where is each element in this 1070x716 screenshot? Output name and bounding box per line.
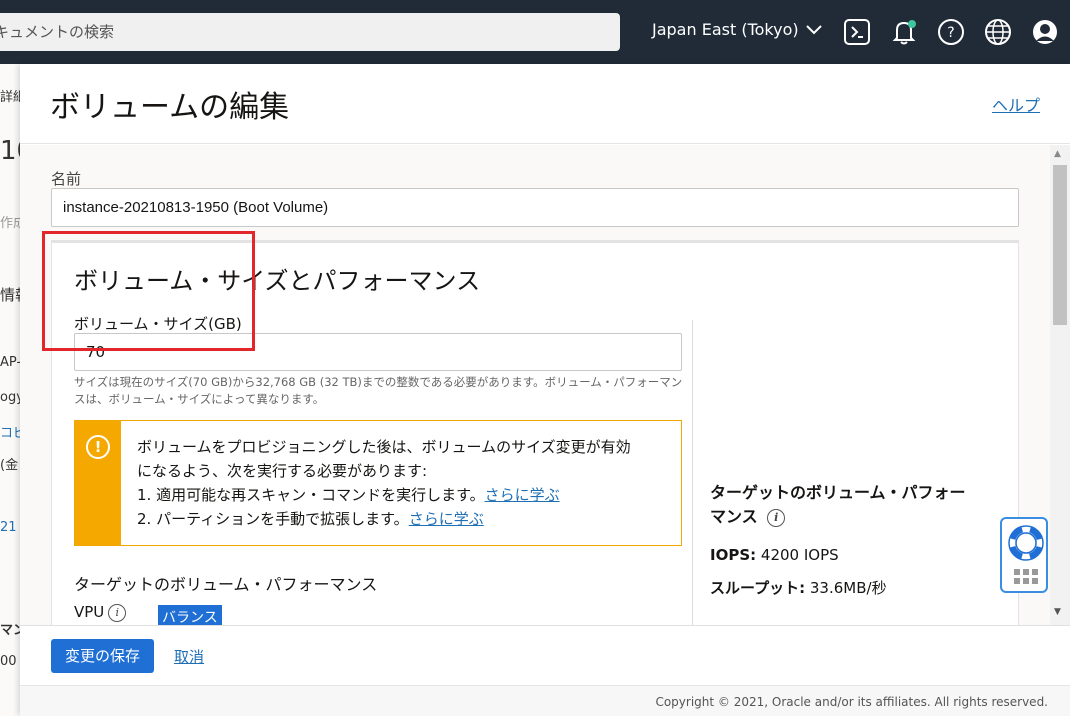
- copyright-text: Copyright © 2021, Oracle and/or its affi…: [655, 695, 1048, 709]
- vertical-scrollbar[interactable]: ▲ ▼: [1050, 145, 1070, 625]
- scroll-thumb[interactable]: [1053, 165, 1067, 325]
- user-profile-icon[interactable]: [1031, 18, 1059, 46]
- column-divider: [692, 320, 693, 625]
- panel-header: ボリュームの編集 ヘルプ: [20, 64, 1070, 144]
- target-performance-title: ターゲットのボリューム・パフォーマンス i: [710, 483, 966, 527]
- panel-footer: 変更の保存 取消: [20, 625, 1070, 685]
- globe-language-icon[interactable]: [984, 18, 1012, 46]
- region-selector[interactable]: Japan East (Tokyo): [652, 20, 823, 39]
- vpu-label: VPU i: [74, 603, 127, 622]
- volume-size-help-text: サイズは現在のサイズ(70 GB)から32,768 GB (32 TB)までの整…: [74, 375, 683, 406]
- scroll-up-arrow-icon[interactable]: ▲: [1054, 149, 1061, 159]
- name-label: 名前: [51, 170, 82, 188]
- copyright-bar: Copyright © 2021, Oracle and/or its affi…: [20, 685, 1070, 716]
- cloud-shell-icon[interactable]: [843, 18, 871, 46]
- size-performance-card: ボリューム・サイズとパフォーマンス ボリューム・サイズ(GB) 70 サイズは現…: [51, 240, 1019, 625]
- iops-value: IOPS: 4200 IOPS: [710, 546, 839, 564]
- volume-size-input[interactable]: 70: [74, 333, 682, 371]
- learn-more-link-rescan[interactable]: さらに学ぶ: [485, 486, 560, 504]
- search-input[interactable]: キュメントの検索: [0, 13, 620, 51]
- volume-size-label: ボリューム・サイズ(GB): [74, 315, 242, 333]
- warning-icon: !: [86, 435, 110, 459]
- help-link[interactable]: ヘルプ: [992, 92, 1040, 116]
- chevron-down-icon: [805, 24, 822, 34]
- section-title: ボリューム・サイズとパフォーマンス: [74, 267, 481, 295]
- panel-title: ボリュームの編集: [50, 90, 290, 125]
- region-label: Japan East (Tokyo): [652, 20, 799, 39]
- learn-more-link-partition[interactable]: さらに学ぶ: [409, 510, 484, 528]
- svg-text:?: ?: [947, 25, 954, 41]
- notification-bell-icon[interactable]: [890, 18, 918, 46]
- vpu-balanced-option[interactable]: バランス: [158, 605, 222, 625]
- help-icon[interactable]: ?: [937, 18, 965, 46]
- target-performance-heading: ターゲットのボリューム・パフォーマンス: [74, 575, 378, 594]
- name-input[interactable]: instance-20210813-1950 (Boot Volume): [51, 188, 1019, 227]
- throughput-value: スループット: 33.6MB/秒: [710, 579, 887, 597]
- edit-volume-panel: ボリュームの編集 ヘルプ 名前 instance-20210813-1950 (…: [20, 64, 1070, 716]
- background-page: 詳細 10 作成 情報 AP- ogy コピ (金 21 マン 00 I: [0, 64, 20, 716]
- info-icon[interactable]: i: [767, 508, 786, 527]
- support-lifebuoy-button[interactable]: [1000, 517, 1048, 593]
- drag-handle-icon[interactable]: [1014, 569, 1038, 584]
- form-scroll-area: 名前 instance-20210813-1950 (Boot Volume) …: [20, 145, 1070, 625]
- scroll-down-arrow-icon[interactable]: ▼: [1054, 607, 1061, 617]
- resize-warning-box: ! ボリュームをプロビジョニングした後は、ボリュームのサイズ変更が有効 になるよ…: [74, 420, 682, 546]
- lifebuoy-icon: [1008, 525, 1044, 561]
- cancel-link[interactable]: 取消: [174, 646, 204, 667]
- save-changes-button[interactable]: 変更の保存: [51, 639, 154, 673]
- info-icon[interactable]: i: [108, 603, 127, 622]
- top-navigation-bar: キュメントの検索 Japan East (Tokyo) ?: [0, 0, 1070, 64]
